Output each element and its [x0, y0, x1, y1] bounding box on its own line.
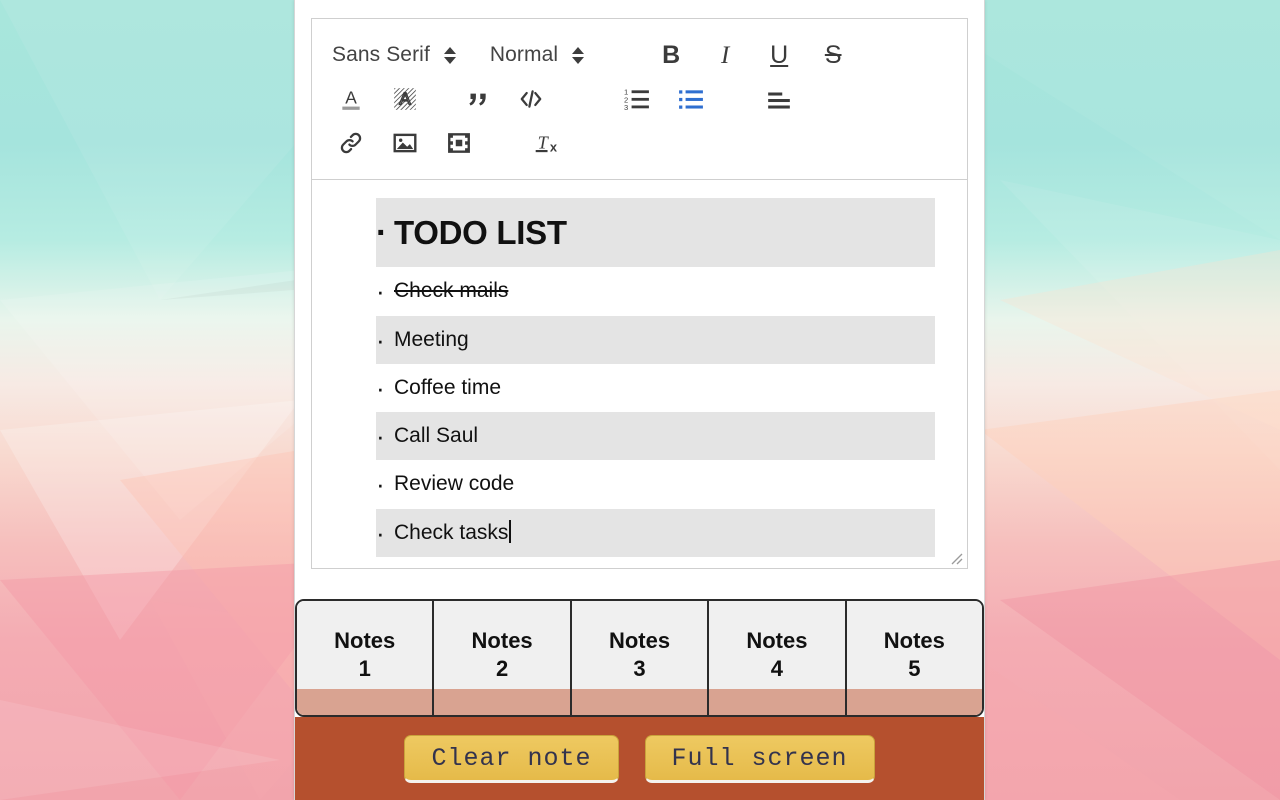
note-tab-label: Notes	[471, 628, 533, 653]
svg-text:A: A	[399, 88, 411, 108]
text-color-button[interactable]: A	[332, 80, 370, 118]
note-list-item[interactable]: Check tasks	[376, 508, 935, 557]
italic-icon: I	[721, 41, 730, 69]
clear-note-button[interactable]: Clear note	[404, 735, 619, 783]
clear-format-icon: T x	[535, 132, 558, 155]
font-family-picker[interactable]: Sans Serif	[332, 43, 456, 67]
note-list-item-text: Check mails	[394, 279, 509, 303]
video-icon	[448, 133, 470, 153]
svg-text:A: A	[345, 87, 357, 107]
note-list-item[interactable]: Coffee time	[376, 364, 935, 412]
blockquote-button[interactable]	[458, 80, 496, 118]
note-list-item[interactable]: TODO LIST	[376, 198, 935, 268]
note-tab-3[interactable]: Notes 3	[571, 601, 710, 715]
note-list-item[interactable]: Meeting	[376, 315, 935, 364]
note-tab-label: Notes	[608, 628, 671, 653]
notes-app-window: Sans Serif Normal B I U S A A 1 2 3 T x …	[294, 0, 985, 800]
svg-text:x: x	[550, 140, 558, 155]
note-tab-label: Notes	[746, 628, 808, 653]
bold-button[interactable]: B	[652, 36, 690, 74]
svg-text:3: 3	[624, 103, 628, 112]
note-list-item-text: Meeting	[394, 327, 469, 351]
bold-icon: B	[662, 40, 681, 69]
italic-button[interactable]: I	[706, 36, 744, 74]
note-tab-underbar	[571, 689, 708, 715]
svg-text:T: T	[538, 132, 550, 152]
link-button[interactable]	[332, 124, 370, 162]
background-color-button[interactable]: A	[386, 80, 424, 118]
rich-text-editor: Sans Serif Normal B I U S A A 1 2 3 T x …	[311, 18, 968, 569]
note-tab-index: 2	[495, 655, 509, 681]
app-footer: Clear note Full screen	[295, 717, 984, 800]
align-button[interactable]	[760, 80, 798, 118]
note-list-item-text: Call Saul	[394, 424, 479, 447]
note-tab-index: 4	[770, 655, 784, 681]
text-cursor	[509, 519, 512, 543]
resize-grip-icon[interactable]	[947, 549, 963, 565]
code-block-button[interactable]	[512, 80, 550, 118]
note-list-item[interactable]: Check mails	[376, 267, 935, 315]
font-family-picker-label: Sans Serif	[332, 43, 430, 66]
note-tab-index: 5	[908, 655, 921, 681]
text-color-icon: A	[342, 87, 360, 110]
note-list-item-text: Review code	[394, 472, 515, 496]
toolbar-row-3: T x	[332, 121, 947, 165]
link-icon	[340, 132, 362, 154]
note-list-item-text: TODO LIST	[394, 214, 567, 251]
note-list-item-text: Coffee time	[394, 375, 501, 399]
chevron-updown-icon	[443, 46, 456, 64]
toolbar-row-1: Sans Serif Normal B I U S	[332, 33, 947, 77]
chevron-updown-icon	[572, 46, 585, 64]
editor-toolbar: Sans Serif Normal B I U S A A 1 2 3 T x	[312, 19, 967, 180]
strikethrough-icon: S	[824, 40, 842, 69]
note-tab-index: 3	[633, 655, 646, 681]
clear-format-button[interactable]: T x	[528, 124, 566, 162]
bullet-list-button[interactable]	[672, 80, 710, 118]
underline-button[interactable]: U	[760, 36, 798, 74]
strikethrough-button[interactable]: S	[814, 36, 852, 74]
note-tab-strip: Notes 1 Notes 2 Notes 3 Notes 4 Notes 5	[295, 599, 984, 717]
note-tab-2[interactable]: Notes 2	[434, 601, 572, 715]
note-list-item[interactable]: Review code	[376, 460, 935, 508]
full-screen-button[interactable]: Full screen	[644, 735, 875, 783]
toolbar-row-2: A A 1 2 3	[332, 77, 947, 121]
bullet-list-icon	[679, 90, 703, 109]
ordered-list-icon: 1 2 3	[624, 88, 649, 112]
background-color-icon: A	[394, 88, 416, 110]
note-tab-label: Notes	[334, 628, 396, 653]
note-tab-5[interactable]: Notes 5	[846, 601, 982, 715]
video-button[interactable]	[440, 124, 478, 162]
note-tab-underbar	[709, 689, 845, 715]
note-tab-label: Notes	[883, 628, 945, 653]
note-tab-underbar	[846, 689, 982, 715]
note-list-item[interactable]: Call Saul	[376, 412, 935, 461]
image-button[interactable]	[386, 124, 424, 162]
ordered-list-button[interactable]: 1 2 3	[618, 80, 656, 118]
blockquote-icon	[469, 93, 486, 106]
note-tab-4[interactable]: Notes 4	[709, 601, 847, 715]
note-bullet-list[interactable]: TODO LIST Check mails Meeting Coffee time Ca…	[312, 198, 967, 557]
note-tab-underbar	[434, 689, 570, 715]
font-size-picker-label: Normal	[489, 43, 559, 66]
font-size-picker[interactable]: Normal	[489, 43, 585, 67]
note-editing-area[interactable]: TODO LIST Check mails Meeting Coffee time Ca…	[312, 180, 967, 568]
align-icon	[768, 92, 790, 109]
note-tab-underbar	[297, 689, 433, 715]
note-list-item-text: Check tasks	[394, 520, 509, 544]
image-icon	[393, 133, 417, 153]
underline-icon: U	[770, 40, 789, 69]
code-block-icon	[520, 90, 542, 108]
note-tab-index: 1	[358, 655, 371, 681]
note-tab-1[interactable]: Notes 1	[297, 601, 435, 715]
